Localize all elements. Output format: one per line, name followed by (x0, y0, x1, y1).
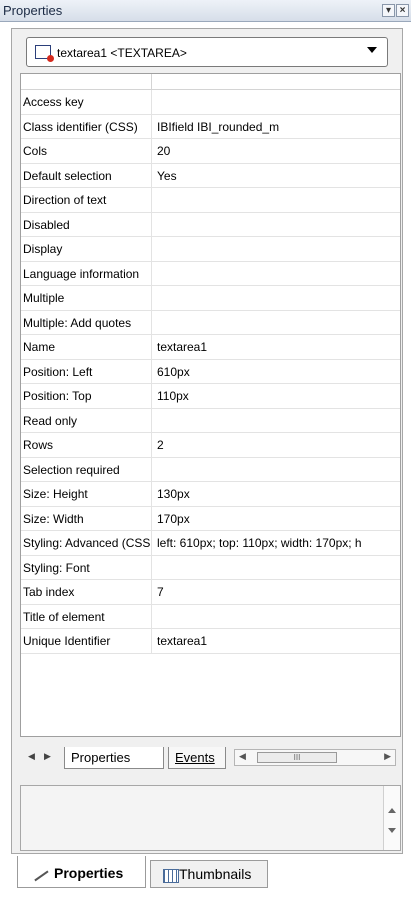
property-row[interactable]: Multiple (21, 286, 400, 311)
property-key: Multiple: Add quotes (23, 315, 132, 330)
property-key: Tab index (23, 585, 75, 599)
wand-icon (27, 860, 49, 882)
scroll-thumb[interactable]: III (257, 752, 337, 763)
property-row[interactable]: Cols 20 (21, 139, 400, 164)
properties-panel: textarea1 <TEXTAREA> Access key Class ide… (11, 28, 403, 854)
property-description-area (20, 785, 401, 851)
property-value[interactable]: 2 (157, 438, 400, 452)
property-key: Cols (23, 144, 48, 158)
property-key: Title of element (23, 609, 105, 624)
property-row[interactable]: Class identifier (CSS) IBIfield IBI_round… (21, 114, 400, 139)
property-key: Name (23, 340, 56, 354)
inner-tab-strip: ◀ ▶ Properties Events ◀ III ▶ (20, 745, 401, 769)
window-menu-dropdown-button[interactable]: ▾ (382, 4, 395, 17)
bottom-tab-properties[interactable]: Properties (17, 856, 146, 888)
close-button[interactable]: × (396, 4, 409, 17)
element-selector-dropdown[interactable]: textarea1 <TEXTAREA> (26, 37, 388, 67)
scroll-right-icon[interactable]: ▶ (384, 751, 391, 762)
scroll-up-icon[interactable] (388, 808, 396, 813)
property-key: Language information (23, 266, 140, 281)
tab-scroll-left-icon[interactable]: ◀ (28, 751, 35, 762)
textarea-element-icon (35, 45, 54, 62)
property-row[interactable]: Read only (21, 408, 400, 433)
bottom-tab-bar: Properties Thumbnails (0, 856, 411, 898)
property-row[interactable]: Multiple: Add quotes (21, 310, 400, 335)
property-row[interactable]: Size: Height 130px (21, 482, 400, 507)
property-key: Position: Top (23, 389, 92, 403)
property-key: Default selection (23, 168, 112, 183)
property-row[interactable]: Display (21, 237, 400, 262)
property-row[interactable]: Styling: Advanced (CSS) left: 610px; top:… (21, 531, 400, 556)
selected-element-label: textarea1 <TEXTAREA> (57, 46, 187, 60)
property-value[interactable]: textarea1 (157, 634, 400, 648)
property-key: Size: Height (23, 487, 88, 501)
property-value[interactable]: textarea1 (157, 340, 400, 354)
tab-events[interactable]: Events (168, 747, 226, 769)
property-key: Disabled (23, 217, 70, 232)
property-row[interactable]: Unique Identifier textarea1 (21, 629, 400, 654)
bottom-tab-properties-label: Properties (54, 865, 124, 881)
property-row[interactable]: Size: Width 170px (21, 506, 400, 531)
window-titlebar: Properties ▾ × (0, 0, 411, 22)
property-value[interactable]: left: 610px; top: 110px; width: 170px; h (157, 536, 400, 550)
property-grid: Access key Class identifier (CSS) IBIfield… (20, 73, 401, 737)
chevron-down-icon (367, 47, 377, 53)
property-key: Direction of text (23, 193, 107, 207)
window-title: Properties (3, 3, 63, 18)
property-key: Styling: Advanced (CSS) (23, 536, 150, 550)
property-value[interactable]: 20 (157, 144, 400, 158)
horizontal-scrollbar[interactable]: ◀ III ▶ (234, 749, 396, 766)
thumbnails-icon (163, 869, 179, 883)
property-value[interactable]: 170px (157, 512, 400, 526)
scroll-left-icon[interactable]: ◀ (239, 751, 246, 762)
property-row[interactable]: Access key (21, 90, 400, 115)
scroll-down-icon[interactable] (388, 828, 396, 833)
property-row[interactable]: Default selection Yes (21, 163, 400, 188)
vertical-scrollbar[interactable] (383, 786, 400, 850)
property-key: Access key (23, 95, 84, 109)
property-row[interactable]: Position: Top 110px (21, 384, 400, 409)
bottom-tab-thumbnails-label: Thumbnails (179, 866, 252, 882)
property-row[interactable]: Title of element (21, 604, 400, 629)
property-row[interactable]: Position: Left 610px (21, 359, 400, 384)
bottom-tab-thumbnails[interactable]: Thumbnails (150, 860, 268, 888)
property-key: Multiple (23, 291, 65, 305)
tab-scroll-right-icon[interactable]: ▶ (44, 751, 51, 762)
property-value[interactable]: Yes (157, 169, 400, 183)
property-value[interactable]: 110px (157, 389, 400, 403)
property-row[interactable]: Tab index 7 (21, 580, 400, 605)
property-row[interactable]: Rows 2 (21, 433, 400, 458)
property-key: Selection required (23, 462, 120, 477)
property-value[interactable]: 130px (157, 487, 400, 501)
property-key: Size: Width (23, 511, 84, 526)
property-value[interactable]: 7 (157, 585, 400, 599)
property-key: Class identifier (CSS) (23, 119, 138, 134)
property-value[interactable]: 610px (157, 365, 400, 379)
property-row[interactable]: Selection required (21, 457, 400, 482)
property-key: Rows (23, 438, 54, 452)
property-row[interactable]: Direction of text (21, 188, 400, 213)
property-row[interactable]: Name textarea1 (21, 335, 400, 360)
property-value[interactable]: IBIfield IBI_rounded_m (157, 120, 400, 134)
property-key: Position: Left (23, 364, 93, 379)
property-row[interactable]: Disabled (21, 212, 400, 237)
tab-properties[interactable]: Properties (64, 747, 164, 769)
property-key: Read only (23, 413, 78, 428)
property-key: Styling: Font (23, 560, 90, 575)
property-row[interactable]: Language information (21, 261, 400, 286)
property-key: Display (23, 242, 63, 256)
property-row[interactable]: Styling: Font (21, 555, 400, 580)
property-grid-header (21, 74, 400, 90)
property-key: Unique Identifier (23, 634, 111, 648)
